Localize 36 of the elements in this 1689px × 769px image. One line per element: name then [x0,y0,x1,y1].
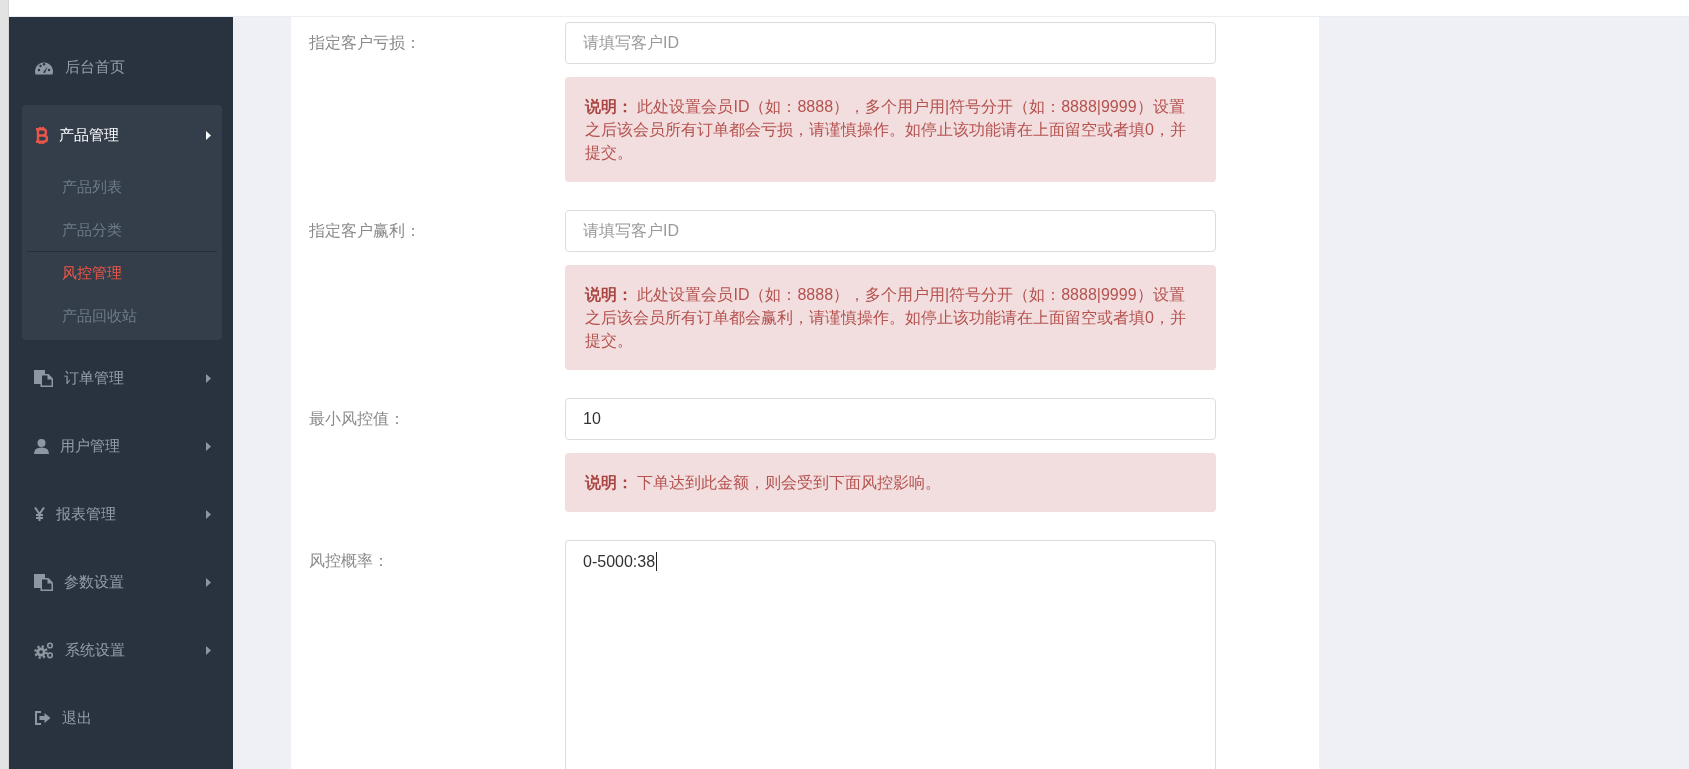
gears-icon [34,641,54,659]
user-icon [34,438,49,454]
warning-note: 说明： 此处设置会员ID（如：8888），多个用户用|符号分开（如：8888|9999）设置之后该会员所有订单都会赢利，请谨慎操作。如停止该功能请在上面留空或者填0，并提交。 [565,265,1216,370]
field-label: 最小风控值： [309,409,406,429]
menu-item[interactable]: 订单管理 [9,344,233,412]
input-field[interactable]: 10 [565,398,1216,440]
sign-out-icon [34,711,51,725]
caret-icon [206,645,211,655]
caret-icon [206,373,211,383]
caret-icon [206,130,211,140]
submenu-item[interactable]: 产品回收站 [27,294,217,337]
submenu-item[interactable]: 产品列表 [27,165,217,208]
menu-item[interactable]: 产品管理 [22,105,222,165]
warning-note: 说明： 此处设置会员ID（如：8888），多个用户用|符号分开（如：8888|9999）设置之后该会员所有订单都会亏损，请谨慎操作。如停止该功能请在上面留空或者填0，并提交。 [565,77,1216,182]
input-field[interactable]: 请填写客户ID [565,22,1216,64]
submenu-item[interactable]: 产品分类 [27,208,217,251]
input-field[interactable]: 请填写客户ID [565,210,1216,252]
textarea-field[interactable]: 0-5000:38 [565,540,1216,769]
menu-item[interactable]: 用户管理 [9,412,233,480]
documents-icon [34,369,53,387]
field-label: 指定客户亏损： [309,33,422,53]
caret-icon [206,509,211,519]
menu-item[interactable]: 后台首页 [9,33,233,101]
field-label: 风控概率： [309,551,390,571]
warning-note: 说明： 下单达到此金额，则会受到下面风控影响。 [565,453,1216,512]
menu-item[interactable]: 退出 [9,684,233,752]
yen-icon [34,507,45,521]
menu-item[interactable]: 报表管理 [9,480,233,548]
menu-item[interactable]: 系统设置 [9,616,233,684]
caret-icon [206,577,211,587]
bitcoin-icon [35,126,48,144]
field-label: 指定客户赢利： [309,221,422,241]
menu-item[interactable]: 参数设置 [9,548,233,616]
submenu-item[interactable]: 风控管理 [27,251,217,294]
caret-icon [206,441,211,451]
documents-icon [34,573,53,591]
